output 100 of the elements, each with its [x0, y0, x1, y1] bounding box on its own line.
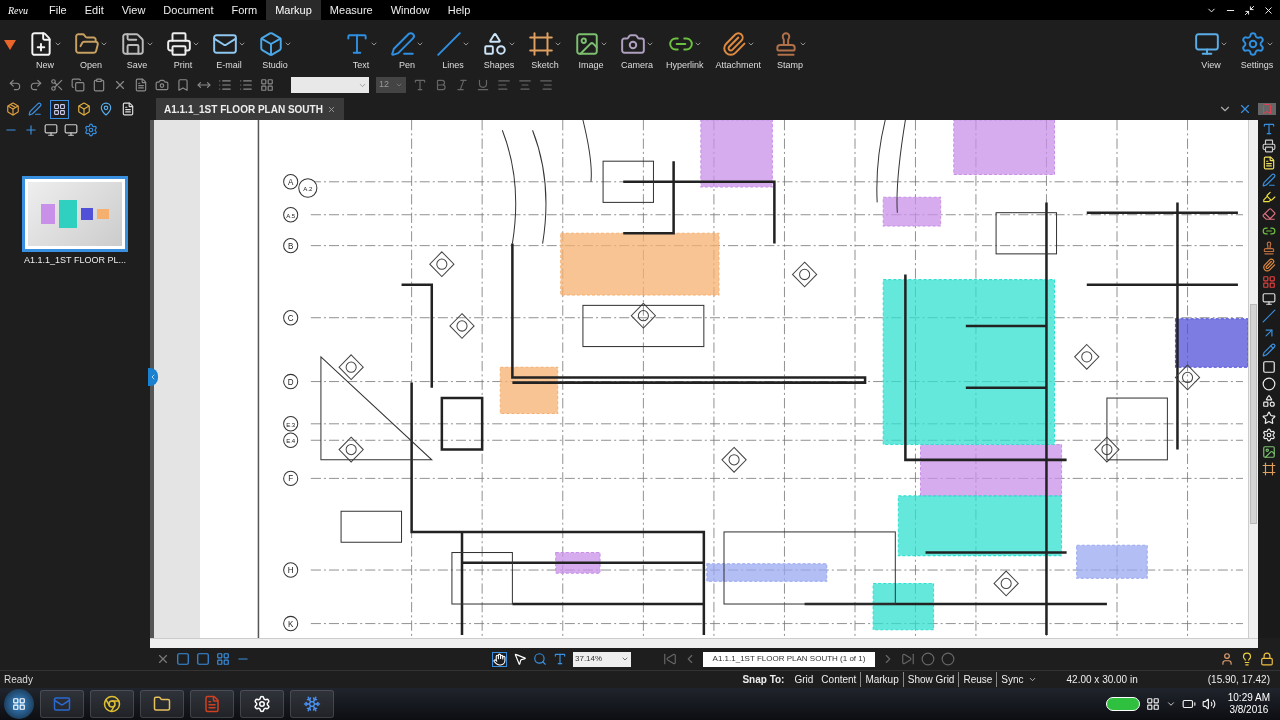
font-field[interactable] — [291, 77, 369, 93]
menu-item[interactable]: View — [112, 0, 155, 20]
thumbnails-tab[interactable] — [50, 99, 69, 119]
box-icon[interactable] — [77, 102, 91, 116]
snap-option[interactable]: Grid — [790, 672, 818, 687]
ribbon-button[interactable]: Stamp — [767, 20, 814, 72]
monitor-icon[interactable] — [44, 123, 58, 137]
stamp-icon[interactable] — [1262, 241, 1276, 255]
page-field[interactable]: A1.1.1_1ST FLOOR PLAN SOUTH (1 of 1) — [703, 651, 875, 667]
snap-option[interactable]: Content — [817, 672, 861, 687]
battery-pill-icon[interactable] — [1105, 697, 1140, 711]
ribbon-button[interactable]: New — [22, 20, 68, 72]
image-icon[interactable] — [1262, 445, 1276, 459]
snap-option[interactable]: Sync — [996, 672, 1028, 687]
pan-tool-button[interactable] — [492, 651, 507, 667]
caret-icon[interactable] — [1027, 675, 1037, 684]
restore-icon[interactable] — [1244, 4, 1255, 16]
ribbon-button[interactable]: View — [1188, 20, 1234, 72]
ribbon-button[interactable]: Print — [160, 20, 206, 72]
line-icon[interactable] — [1262, 309, 1276, 323]
list-icon[interactable] — [218, 78, 232, 92]
pointer-icon[interactable] — [513, 652, 527, 666]
menu-item[interactable]: Form — [222, 0, 267, 20]
ribbon-button[interactable]: Pen — [384, 20, 430, 72]
package-icon[interactable] — [6, 102, 20, 116]
page-thumbnail[interactable] — [22, 176, 128, 252]
tray-caret-icon[interactable] — [1165, 699, 1176, 709]
lightbulb-icon[interactable] — [1240, 652, 1254, 666]
menu-item[interactable]: Document — [154, 0, 223, 20]
taskbar-button[interactable] — [140, 690, 184, 718]
underline-icon[interactable] — [476, 78, 490, 92]
ribbon-button[interactable]: Attachment — [709, 20, 768, 72]
bold-icon[interactable] — [434, 78, 448, 92]
ribbon-button[interactable]: E-mail — [206, 20, 252, 72]
highlighter-icon[interactable] — [1262, 190, 1276, 204]
dropdown-triangle-icon[interactable] — [4, 40, 16, 50]
snapshot-icon[interactable] — [1262, 292, 1276, 306]
ribbon-button[interactable]: Settings — [1234, 20, 1280, 72]
gear-icon[interactable] — [1262, 428, 1276, 442]
ribbon-button[interactable]: Lines — [430, 20, 476, 72]
menu-item[interactable]: Window — [381, 0, 439, 20]
menu-item[interactable]: Markup — [266, 0, 321, 20]
text-select-icon[interactable] — [553, 652, 567, 666]
menu-item[interactable]: Help — [438, 0, 480, 20]
last-page-icon[interactable] — [901, 652, 915, 666]
delete-icon[interactable] — [113, 78, 127, 92]
ribbon-button[interactable]: Save — [114, 20, 160, 72]
close-icon[interactable] — [1263, 4, 1274, 16]
italic-icon[interactable] — [455, 78, 469, 92]
paperclip-icon[interactable] — [1262, 258, 1276, 272]
cut-icon[interactable] — [50, 78, 64, 92]
undo-icon[interactable] — [8, 78, 22, 92]
battery-icon[interactable] — [1181, 697, 1196, 711]
ribbon-button[interactable]: Studio — [252, 20, 298, 72]
ribbon-button[interactable]: Sketch — [522, 20, 568, 72]
font-color-icon[interactable] — [413, 78, 427, 92]
pen-icon[interactable] — [28, 102, 42, 116]
document-tab[interactable]: A1.1.1_1ST FLOOR PLAN SOUTH — [156, 98, 344, 120]
panel-toggle-icon[interactable] — [148, 368, 158, 386]
ribbon-button[interactable]: Open — [68, 20, 114, 72]
snap-option[interactable]: Show Grid — [902, 672, 959, 687]
first-page-icon[interactable] — [663, 652, 677, 666]
ribbon-button[interactable]: Text — [338, 20, 384, 72]
settings-icon[interactable] — [84, 123, 98, 137]
zoom-field[interactable]: 37.14% — [573, 651, 631, 667]
pen-icon[interactable] — [1262, 173, 1276, 187]
horizontal-scrollbar[interactable] — [150, 638, 1258, 648]
square-icon[interactable] — [1262, 360, 1276, 374]
layout-icon[interactable] — [216, 652, 230, 666]
start-button[interactable] — [4, 689, 34, 719]
redo-icon[interactable] — [29, 78, 43, 92]
taskbar-button[interactable] — [90, 690, 134, 718]
sketch-icon[interactable] — [1262, 462, 1276, 476]
copy-icon[interactable] — [71, 78, 85, 92]
snap-option[interactable]: Reuse — [958, 672, 997, 687]
zoom-icon[interactable] — [533, 652, 547, 666]
ribbon-button[interactable]: Image — [568, 20, 614, 72]
link-icon[interactable] — [1262, 224, 1276, 238]
camera-icon[interactable] — [155, 78, 169, 92]
menu-item[interactable]: File — [40, 0, 76, 20]
font-size-field[interactable]: 12 — [376, 77, 406, 93]
volume-icon[interactable] — [1201, 697, 1216, 711]
note-icon[interactable] — [1262, 156, 1276, 170]
paste-icon[interactable] — [92, 78, 106, 92]
user-icon[interactable] — [1220, 652, 1234, 666]
lock-icon[interactable] — [1260, 652, 1274, 666]
menu-item[interactable]: Edit — [75, 0, 113, 20]
ribbon-button[interactable]: Hyperlink — [660, 20, 710, 72]
monitor-icon[interactable] — [64, 123, 78, 137]
menu-item[interactable]: Measure — [320, 0, 382, 20]
eraser-icon[interactable] — [1262, 207, 1276, 221]
ribbon-button[interactable]: Camera — [614, 20, 660, 72]
map-pin-icon[interactable] — [99, 102, 113, 116]
vertical-scrollbar[interactable] — [1248, 120, 1258, 638]
text-icon[interactable] — [1262, 122, 1276, 136]
ribbon-button[interactable]: Shapes — [476, 20, 522, 72]
zoom-in-icon[interactable] — [24, 123, 38, 137]
taskbar-button[interactable] — [240, 690, 284, 718]
snap-option[interactable]: Markup — [860, 672, 903, 687]
circle-icon[interactable] — [1262, 377, 1276, 391]
